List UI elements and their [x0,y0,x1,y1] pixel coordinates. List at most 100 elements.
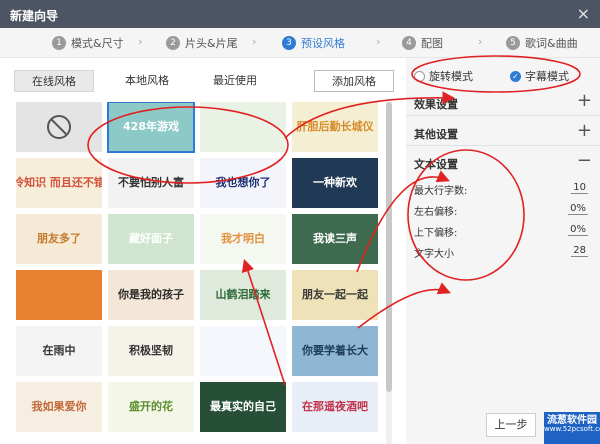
style-thumbnail[interactable]: 积极坚韧 [108,326,194,376]
horizontal-offset-input[interactable]: 0% [568,203,588,215]
watermark-logo: 流葱软件园 www.52pcsoft.com [544,412,600,444]
style-thumbnail[interactable]: 冷知识 而且还不错 [16,158,102,208]
thumbnail-caption: 我才明白 [221,231,265,245]
grid-scrollbar[interactable] [386,102,392,444]
style-thumbnail[interactable] [16,270,102,320]
vertical-offset-input[interactable]: 0% [568,224,588,236]
style-thumbnail[interactable]: 在那遥夜酒吧 [292,382,378,432]
style-thumbnail[interactable]: 不要怕别人富 [108,158,194,208]
other-settings-header[interactable]: 其他设置 + [406,118,600,146]
horizontal-offset-field: 左右偏移: 0% [414,201,592,219]
style-thumbnail[interactable] [200,326,286,376]
settings-panel: 旋转模式 ✓ 字幕模式 效果设置 + 其他设置 + 文本设置 − 最大行字数: … [406,58,600,444]
step-number: 4 [402,36,416,50]
style-thumbnail[interactable]: 朋友一起一起 [292,270,378,320]
thumbnail-caption: 在那遥夜酒吧 [302,399,368,413]
thumbnail-caption: 一种新欢 [313,175,357,189]
step-images[interactable]: 4 配图 [402,35,443,51]
thumbnail-caption: 428年游戏 [123,119,179,133]
step-number: 5 [506,36,520,50]
style-thumbnail[interactable]: 朋友多了 [16,214,102,264]
style-thumbnail[interactable]: 你是我的孩子 [108,270,194,320]
thumbnail-caption: 朋友多了 [37,231,81,245]
chevron-right-icon: › [478,35,483,48]
chevron-right-icon: › [252,35,257,48]
step-preset-style[interactable]: 3 预设风格 [282,35,345,51]
style-thumbnail-grid: 428年游戏 肝胆后勤长城仪冷知识 而且还不错 不要怕别人富 我也想你了 一种新欢朋友多… [16,102,388,444]
style-thumbnail[interactable]: 我才明白 [200,214,286,264]
thumbnail-caption: 在雨中 [42,343,76,357]
style-thumbnail[interactable]: 在雨中 [16,326,102,376]
step-label: 配图 [421,37,443,50]
vertical-offset-field: 上下偏移: 0% [414,222,592,240]
section-label: 文本设置 [414,158,458,171]
minus-icon[interactable]: − [577,150,592,171]
radio-icon [414,70,425,82]
step-intro-outro[interactable]: 2 片头&片尾 [166,35,238,51]
tab-recent[interactable]: 最近使用 [200,70,270,92]
style-thumbnail[interactable]: 藏好面子 [108,214,194,264]
rotate-mode-option[interactable]: 旋转模式 [414,68,473,84]
plus-icon[interactable]: + [577,120,592,141]
section-label: 其他设置 [414,128,458,141]
text-settings-header[interactable]: 文本设置 − [406,148,600,176]
section-label: 效果设置 [414,98,458,111]
step-number: 1 [52,36,66,50]
scrollbar-thumb[interactable] [386,102,392,392]
mode-selector: 旋转模式 ✓ 字幕模式 [406,64,600,86]
thumbnail-caption: 最真实的自己 [210,399,276,413]
plus-icon[interactable]: + [577,90,592,111]
thumbnail-caption: 朋友一起一起 [302,287,368,301]
thumbnail-caption: 我也想你了 [215,175,271,189]
chevron-right-icon: › [376,35,381,48]
style-thumbnail[interactable]: 428年游戏 [107,102,195,153]
field-label: 文字大小 [414,249,454,260]
max-line-chars-input[interactable]: 10 [571,182,588,194]
step-number: 3 [282,36,296,50]
font-size-input[interactable]: 28 [571,245,588,257]
subtitle-mode-option[interactable]: ✓ 字幕模式 [510,68,569,84]
style-thumbnail[interactable]: 山鹤泪踏来 [200,270,286,320]
thumbnail-caption: 冷知识 而且还不错 [16,175,102,189]
style-thumbnail[interactable]: 最真实的自己 [200,382,286,432]
style-thumbnail[interactable] [200,102,286,152]
step-lyrics-music[interactable]: 5 歌词&曲曲 [506,35,578,51]
style-thumbnail[interactable]: 一种新欢 [292,158,378,208]
thumbnail-caption: 你要学着长大 [302,343,368,357]
title-bar: 新建向导 × [0,0,600,28]
field-label: 最大行字数: [414,186,468,197]
style-thumbnail[interactable]: 肝胆后勤长城仪 [292,102,378,152]
style-thumbnail[interactable]: 我如果爱你 [16,382,102,432]
field-label: 左右偏移: [414,207,458,218]
step-number: 2 [166,36,180,50]
checked-radio-icon: ✓ [510,70,521,82]
step-label: 预设风格 [301,37,345,50]
step-label: 歌词&曲曲 [525,37,578,50]
thumbnail-caption: 盛开的花 [129,399,173,413]
style-thumbnail[interactable]: 你要学着长大 [292,326,378,376]
wizard-steps: 1 模式&尺寸 › 2 片头&片尾 › 3 预设风格 › 4 配图 › 5 歌词… [0,28,600,58]
chevron-right-icon: › [138,35,143,48]
subtitle-mode-label: 字幕模式 [525,70,569,83]
thumbnail-caption: 我读三声 [313,231,357,245]
max-line-chars-field: 最大行字数: 10 [414,180,592,198]
thumbnail-caption: 不要怕别人富 [118,175,184,189]
close-icon[interactable]: × [577,4,590,23]
add-style-button[interactable]: 添加风格 [314,70,394,92]
tab-online-style[interactable]: 在线风格 [14,70,94,92]
effect-settings-header[interactable]: 效果设置 + [406,88,600,116]
thumbnail-caption: 我如果爱你 [31,399,87,413]
step-mode-size[interactable]: 1 模式&尺寸 [52,35,124,51]
no-sign-icon [47,115,71,139]
rotate-mode-label: 旋转模式 [429,70,473,83]
thumbnail-caption: 藏好面子 [129,231,173,245]
previous-button[interactable]: 上一步 [486,413,536,437]
style-thumbnail[interactable]: 盛开的花 [108,382,194,432]
tab-local-style[interactable]: 本地风格 [112,70,182,92]
style-thumbnail[interactable]: 我也想你了 [200,158,286,208]
thumbnail-caption: 肝胆后勤长城仪 [296,119,374,133]
no-style-thumbnail[interactable] [16,102,102,152]
watermark-url: www.52pcsoft.com [544,425,600,433]
step-label: 片头&片尾 [185,37,238,50]
style-thumbnail[interactable]: 我读三声 [292,214,378,264]
